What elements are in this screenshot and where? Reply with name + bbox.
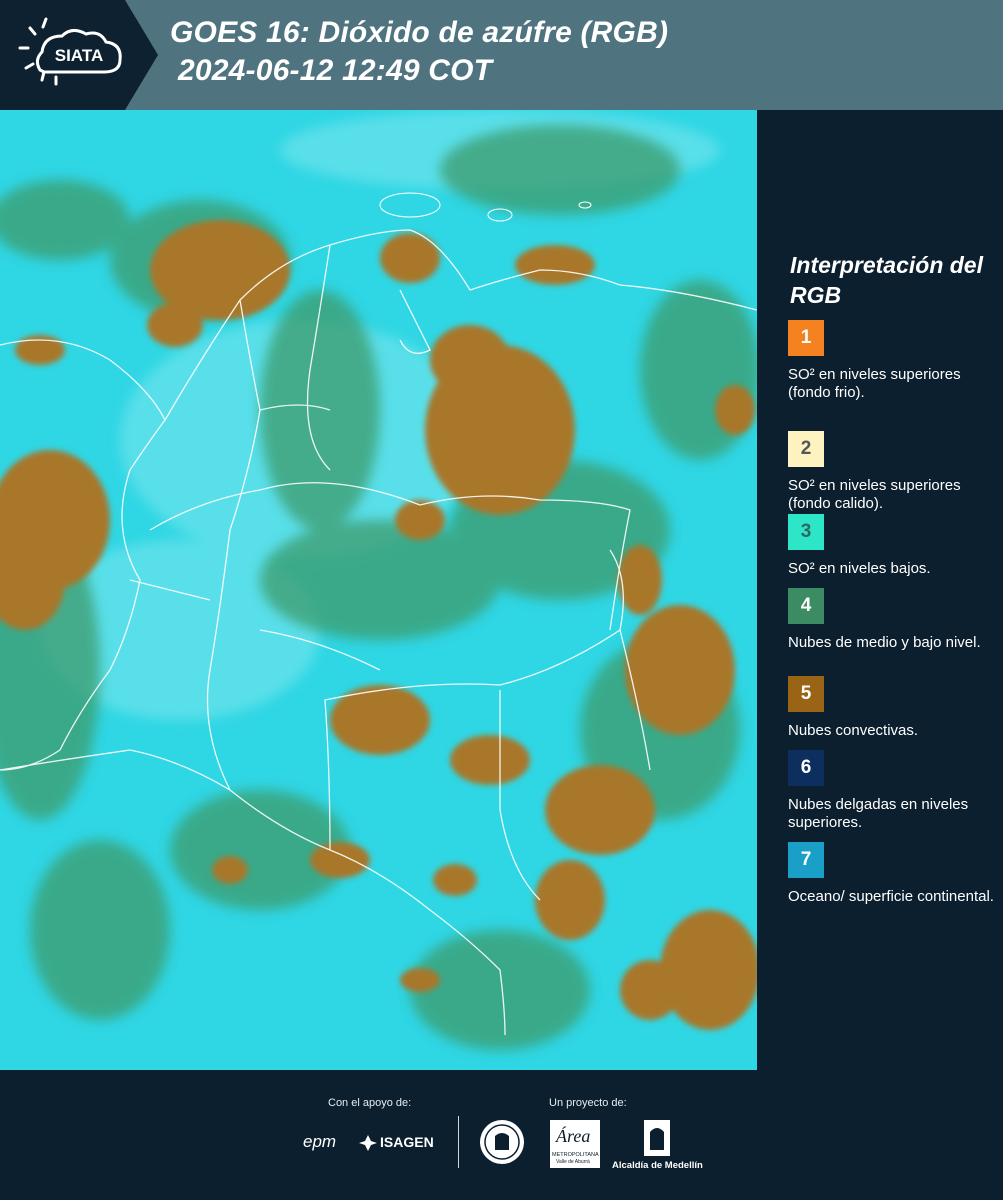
- legend-item: 1 SO² en niveles superiores (fondo frio).: [788, 320, 998, 402]
- legend: Interpretación del RGB 1 SO² en niveles s…: [760, 110, 1003, 1070]
- header: SIATA GOES 16: Dióxido de azúfre (RGB) 2…: [0, 0, 1003, 110]
- legend-item: 6 Nubes delgadas en niveles superiores.: [788, 750, 998, 832]
- legend-item: 3 SO² en niveles bajos.: [788, 514, 998, 578]
- footer-divider: [458, 1116, 459, 1168]
- legend-swatch: 1: [788, 320, 824, 356]
- area-sub-text: METROPOLITANA: [552, 1152, 599, 1158]
- area-metropolitana-logo: Área METROPOLITANA Valle de Aburrá: [550, 1120, 600, 1168]
- isagen-logo: ISAGEN: [380, 1134, 434, 1150]
- legend-title: Interpretación del RGB: [790, 252, 983, 308]
- area-text: Área: [556, 1126, 591, 1146]
- timestamp: 2024-06-12 12:49 COT: [178, 54, 493, 87]
- project-label: Un proyecto de:: [549, 1097, 627, 1109]
- legend-label: Nubes de medio y bajo nivel.: [788, 634, 981, 651]
- page-title: GOES 16: Dióxido de azúfre (RGB): [170, 16, 669, 49]
- legend-item: 4 Nubes de medio y bajo nivel.: [788, 588, 998, 652]
- legend-label: SO² en niveles superiores (fondo frio).: [788, 366, 961, 401]
- page: SIATA GOES 16: Dióxido de azúfre (RGB) 2…: [0, 0, 1003, 1200]
- isagen-mark-icon: [358, 1133, 378, 1158]
- legend-label: SO² en niveles bajos.: [788, 560, 931, 577]
- legend-swatch: 2: [788, 431, 824, 467]
- legend-item: 2 SO² en niveles superiores (fondo calido…: [788, 431, 998, 513]
- legend-swatch: 5: [788, 676, 824, 712]
- legend-label: SO² en niveles superiores (fondo calido)…: [788, 477, 961, 512]
- legend-swatch: 3: [788, 514, 824, 550]
- siata-logo: SIATA: [0, 0, 158, 110]
- alcaldia-label: Alcaldía de Medellín: [612, 1160, 703, 1171]
- university-seal-icon: [478, 1118, 526, 1171]
- logo-text: SIATA: [55, 46, 103, 65]
- legend-item: 5 Nubes convectivas.: [788, 676, 998, 740]
- footer: Con el apoyo de: Un proyecto de: epm ISA…: [0, 1070, 1003, 1200]
- legend-swatch: 6: [788, 750, 824, 786]
- area-sub2-text: Valle de Aburrá: [556, 1159, 590, 1165]
- legend-label: Nubes convectivas.: [788, 722, 919, 739]
- legend-item: 7 Oceano/ superficie continental.: [788, 842, 998, 906]
- legend-label: Oceano/ superficie continental.: [788, 888, 994, 905]
- legend-swatch: 4: [788, 588, 824, 624]
- legend-swatch: 7: [788, 842, 824, 878]
- legend-label: Nubes delgadas en niveles superiores.: [788, 796, 969, 831]
- alcaldia-emblem-icon: [642, 1118, 672, 1163]
- epm-logo: epm: [303, 1132, 337, 1151]
- satellite-map-image: [0, 110, 757, 1070]
- support-label: Con el apoyo de:: [328, 1097, 412, 1109]
